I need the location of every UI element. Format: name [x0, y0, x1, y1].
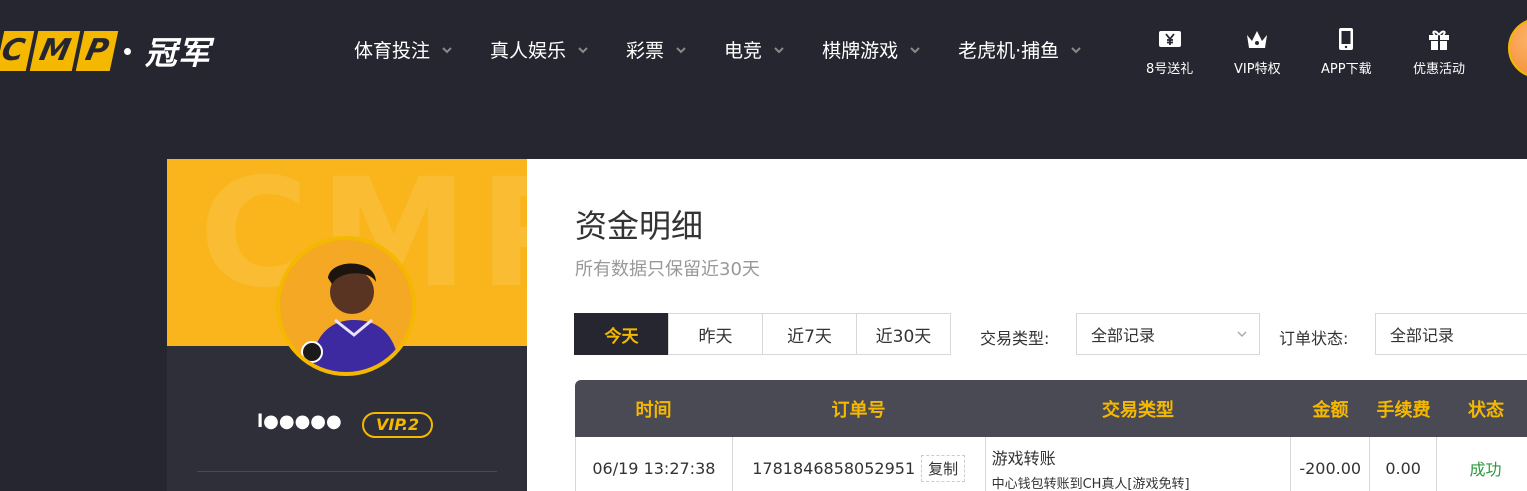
quick-link-label: 8号送礼: [1146, 62, 1194, 77]
tab-last-30-days[interactable]: 近30天: [856, 313, 951, 355]
transaction-type-select[interactable]: 全部记录: [1076, 313, 1260, 355]
nav-live-casino[interactable]: 真人娱乐: [490, 36, 588, 63]
quick-link-label: APP下载: [1321, 62, 1372, 77]
nav-slots-fishing[interactable]: 老虎机·捕鱼: [958, 36, 1081, 63]
select-value: 全部记录: [1390, 326, 1455, 345]
username: l●●●●●: [257, 411, 342, 432]
mobile-icon: [1339, 28, 1354, 50]
logo-letter: C: [0, 31, 35, 71]
nav-esports[interactable]: 电竞: [724, 36, 784, 63]
logo-text: 冠军: [144, 34, 211, 72]
transaction-type-detail: 中心钱包转账到CH真人[游戏免转]: [991, 476, 1190, 491]
profile-card: CMP l●●●●● VIP.2: [167, 159, 527, 491]
transactions-table: 时间 订单号 交易类型 金额 手续费 状态 06/19 13:27:38 178…: [575, 380, 1527, 491]
column-header-order[interactable]: 订单号: [732, 380, 985, 437]
chevron-down-icon: [1071, 46, 1081, 53]
quick-link-label: VIP特权: [1234, 62, 1281, 77]
table-row: 06/19 13:27:38 1781846858052951 复制 游戏转账 …: [575, 437, 1527, 491]
column-header-time[interactable]: 时间: [575, 380, 732, 437]
logo-letters: C M P: [0, 31, 119, 71]
nav-sports[interactable]: 体育投注: [354, 36, 452, 63]
quick-link-gift-8[interactable]: 8号送礼: [1146, 26, 1193, 77]
tab-yesterday[interactable]: 昨天: [668, 313, 763, 355]
quick-link-app[interactable]: APP下载: [1321, 26, 1372, 77]
cell-type: 游戏转账 中心钱包转账到CH真人[游戏免转]: [986, 437, 1292, 491]
crown-icon: [1247, 31, 1268, 48]
cell-amount: -200.00: [1291, 437, 1371, 491]
cell-status: 成功: [1437, 437, 1527, 491]
column-header-type[interactable]: 交易类型: [985, 380, 1291, 437]
page-subtitle: 所有数据只保留近30天: [575, 259, 760, 280]
fund-details-panel: 资金明细 所有数据只保留近30天 今天 昨天 近7天 近30天 交易类型: 全部…: [527, 159, 1527, 491]
order-status-select[interactable]: 全部记录: [1375, 313, 1527, 355]
chevron-down-icon: [1237, 331, 1247, 338]
tab-last-7-days[interactable]: 近7天: [762, 313, 857, 355]
top-navigation-bar: C M P 冠军 体育投注 真人娱乐 彩票 电竞 棋牌游戏 老虎机·捕鱼 8号送…: [0, 0, 1527, 100]
copy-order-button[interactable]: 复制: [921, 454, 966, 482]
order-status-label: 订单状态:: [1279, 329, 1349, 348]
quick-link-vip[interactable]: VIP特权: [1234, 26, 1281, 77]
cell-order: 1781846858052951 复制: [733, 437, 986, 491]
table-header: 时间 订单号 交易类型 金额 手续费 状态: [575, 380, 1527, 437]
nav-card-games[interactable]: 棋牌游戏: [822, 36, 920, 63]
profile-divider: [197, 471, 497, 472]
date-range-tabs: 今天 昨天 近7天 近30天: [574, 313, 951, 355]
site-logo[interactable]: C M P 冠军: [0, 30, 211, 72]
quick-link-label: 优惠活动: [1413, 62, 1466, 77]
transaction-type: 游戏转账: [991, 448, 1056, 468]
column-header-status[interactable]: 状态: [1437, 380, 1527, 437]
quick-link-promotions[interactable]: 优惠活动: [1413, 26, 1465, 77]
transaction-type-label: 交易类型:: [980, 329, 1050, 348]
chevron-down-icon: [774, 46, 784, 53]
column-header-amount[interactable]: 金额: [1291, 380, 1370, 437]
chevron-down-icon: [910, 46, 920, 53]
main-nav: 体育投注 真人娱乐 彩票 电竞 棋牌游戏 老虎机·捕鱼: [354, 36, 1119, 63]
vip-level-badge[interactable]: VIP.2: [362, 412, 434, 438]
chevron-down-icon: [676, 46, 686, 53]
tab-today[interactable]: 今天: [574, 313, 669, 355]
chevron-down-icon: [442, 46, 452, 53]
cell-fee: 0.00: [1370, 437, 1438, 491]
logo-letter: P: [75, 31, 119, 71]
nav-label: 老虎机·捕鱼: [958, 40, 1060, 62]
nav-label: 电竞: [724, 40, 763, 62]
chevron-down-icon: [578, 46, 588, 53]
user-avatar[interactable]: [1508, 18, 1527, 78]
nav-label: 彩票: [626, 40, 665, 62]
nav-label: 棋牌游戏: [822, 40, 899, 62]
page-title: 资金明细: [575, 207, 704, 245]
logo-letter: M: [29, 31, 81, 71]
yen-ticket-icon: [1158, 31, 1181, 47]
gift-icon: [1429, 30, 1449, 50]
nav-label: 体育投注: [354, 40, 431, 62]
logo-dot: [123, 47, 131, 55]
nav-label: 真人娱乐: [490, 40, 567, 62]
profile-avatar[interactable]: [276, 236, 416, 376]
order-number: 1781846858052951: [752, 458, 916, 478]
nav-lottery[interactable]: 彩票: [626, 36, 686, 63]
select-value: 全部记录: [1091, 326, 1156, 345]
avatar-photo: [280, 240, 412, 372]
column-header-fee[interactable]: 手续费: [1370, 380, 1437, 437]
cell-time: 06/19 13:27:38: [576, 437, 733, 491]
